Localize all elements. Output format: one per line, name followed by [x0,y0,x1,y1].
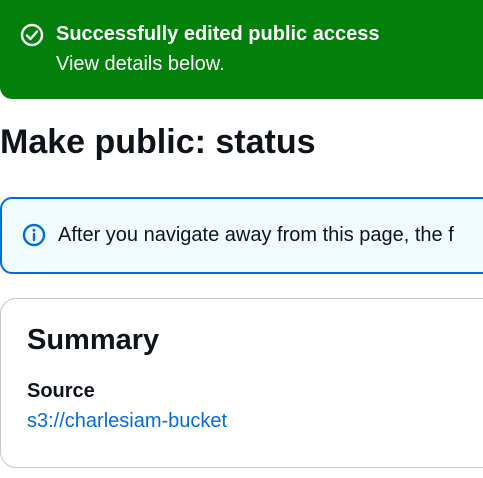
page: Successfully edited public access View d… [0,0,483,478]
flashbar-title: Successfully edited public access [56,23,380,45]
info-icon [22,223,46,247]
page-title: Make public: status [0,123,316,161]
info-alert-text: After you navigate away from this page, … [58,224,454,246]
success-flashbar: Successfully edited public access View d… [0,0,483,99]
success-check-circle-icon [20,23,44,47]
info-alert: After you navigate away from this page, … [0,197,483,274]
source-label: Source [27,380,95,402]
summary-container: Summary Source s3://charlesiam-bucket [0,298,483,468]
summary-title: Summary [27,324,160,356]
source-bucket-link[interactable]: s3://charlesiam-bucket [27,408,227,434]
flashbar-subtitle: View details below. [56,53,225,75]
